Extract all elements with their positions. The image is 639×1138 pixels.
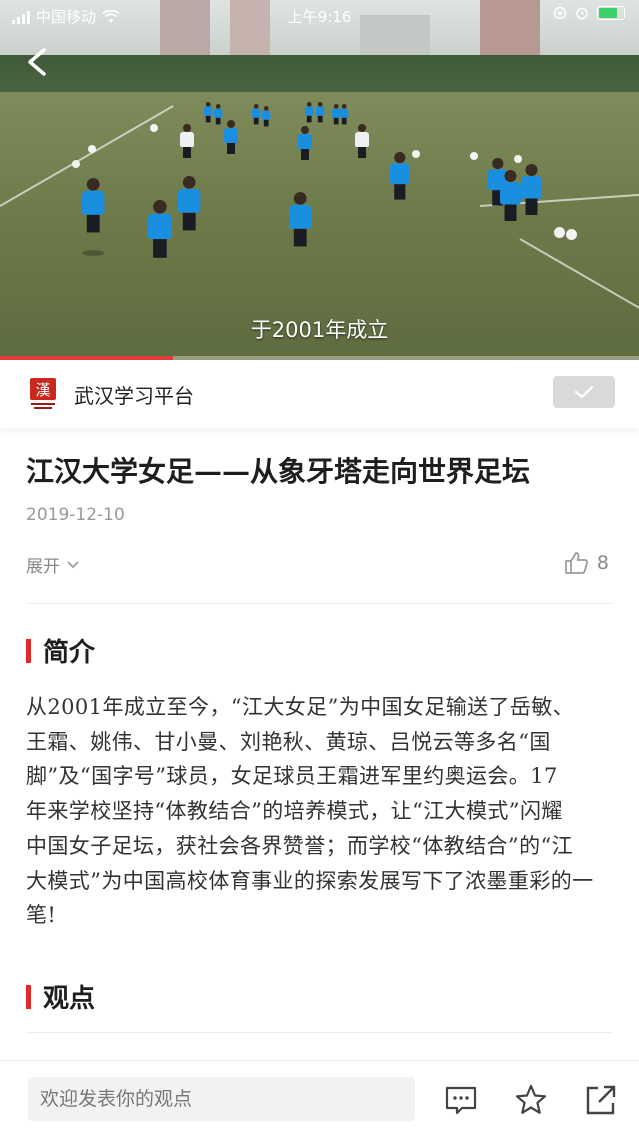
soccer-ball — [514, 155, 522, 163]
intro-line: 从2001年成立至今，“江大女足”为中国女足输送了岳敏、 — [26, 690, 616, 725]
share-icon[interactable] — [584, 1083, 618, 1117]
player — [500, 170, 521, 221]
like-count: 8 — [597, 552, 609, 574]
soccer-ball — [554, 227, 565, 238]
player — [224, 120, 238, 154]
status-bar: 中国移动 上午9:16 — [0, 0, 639, 32]
expand-button[interactable]: 展开 — [26, 552, 80, 577]
section-marker — [26, 985, 31, 1009]
comment-icon[interactable] — [444, 1083, 478, 1117]
article-title: 江汉大学女足——从象牙塔走向世界足坛 — [26, 450, 530, 490]
alarm-icon — [575, 6, 589, 20]
opinion-heading-text: 观点 — [43, 978, 95, 1015]
player — [298, 126, 312, 160]
player — [340, 104, 348, 124]
player — [390, 152, 410, 200]
comment-input[interactable] — [28, 1077, 415, 1121]
like-button[interactable]: 8 — [563, 550, 609, 576]
intro-text: 从2001年成立至今，“江大女足”为中国女足输送了岳敏、 王霜、姚伟、甘小曼、刘… — [26, 690, 616, 933]
section-marker — [26, 639, 31, 663]
opinion-heading: 观点 — [26, 978, 95, 1015]
soccer-ball — [88, 145, 96, 153]
back-arrow-icon[interactable] — [24, 44, 50, 80]
source-name[interactable]: 武汉学习平台 — [74, 380, 194, 409]
video-subtitle: 于2001年成立 — [0, 314, 639, 344]
intro-line: 年来学校坚持“体教结合”的培养模式，让“江大模式”闪耀 — [26, 794, 616, 829]
player — [289, 192, 311, 246]
intro-heading-text: 简介 — [43, 632, 95, 669]
video-player[interactable]: 于2001年成立 — [0, 0, 639, 360]
divider — [26, 1032, 613, 1033]
player — [521, 164, 542, 215]
intro-line: 笔! — [26, 898, 616, 933]
status-time: 上午9:16 — [0, 6, 639, 27]
article-date: 2019-12-10 — [26, 505, 125, 525]
svg-text:漢: 漢 — [35, 381, 50, 399]
player — [316, 102, 324, 122]
soccer-ball — [412, 150, 420, 158]
soccer-ball — [470, 152, 478, 160]
intro-heading: 简介 — [26, 632, 95, 669]
intro-line: 中国女子足坛，获社会各界赞誉；而学校“体教结合”的“江 — [26, 829, 616, 864]
check-icon — [574, 384, 594, 400]
source-logo: 漢 — [28, 377, 58, 411]
battery-icon — [597, 6, 625, 20]
expand-label: 展开 — [26, 552, 60, 577]
bottom-bar — [0, 1060, 639, 1138]
player — [148, 200, 172, 258]
player-shadow — [82, 250, 104, 256]
thumbs-up-icon — [563, 550, 589, 576]
player — [204, 102, 212, 122]
player — [180, 124, 194, 158]
player — [355, 124, 369, 158]
divider — [26, 603, 613, 604]
player — [178, 176, 200, 230]
player — [82, 178, 104, 232]
player — [262, 106, 270, 126]
soccer-ball — [72, 160, 80, 168]
soccer-ball — [566, 229, 577, 240]
source-bar: 漢 武汉学习平台 — [0, 360, 639, 428]
intro-line: 脚”及“国字号”球员，女足球员王霜进军里约奥运会。17 — [26, 759, 616, 794]
intro-line: 大模式”为中国高校体育事业的探索发展写下了浓墨重彩的一 — [26, 864, 616, 899]
follow-button[interactable] — [553, 376, 615, 408]
chevron-down-icon — [66, 560, 80, 570]
player — [214, 104, 222, 124]
intro-line: 王霜、姚伟、甘小曼、刘艳秋、黄琼、吕悦云等多名“国 — [26, 725, 616, 760]
player — [252, 104, 260, 124]
player — [305, 102, 313, 122]
soccer-ball — [150, 124, 158, 132]
video-trees — [0, 55, 639, 95]
star-icon[interactable] — [514, 1083, 548, 1117]
orientation-lock-icon — [553, 6, 567, 20]
